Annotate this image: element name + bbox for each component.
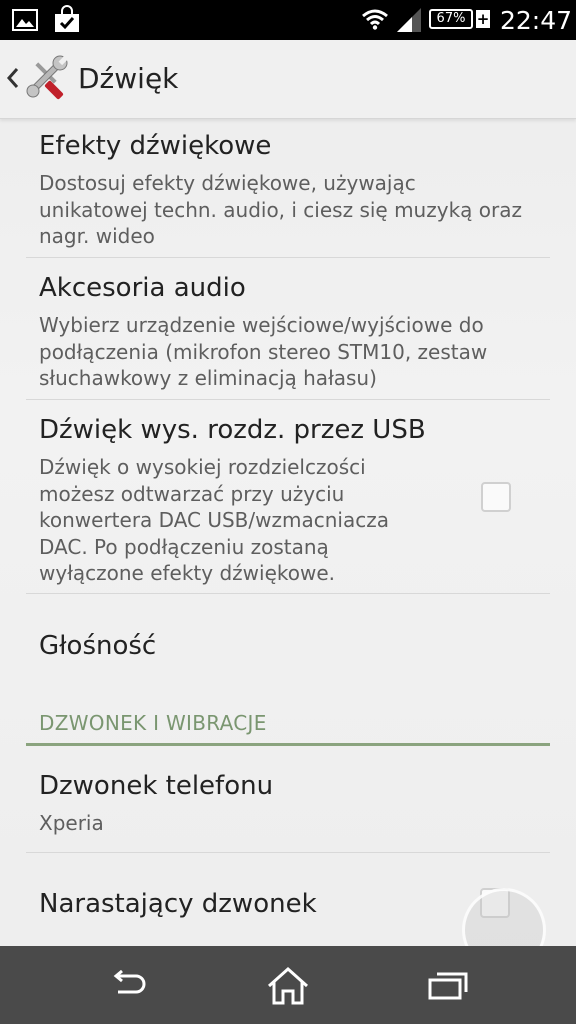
navigation-bar xyxy=(0,946,576,1024)
pref-title: Efekty dźwiękowe xyxy=(39,131,272,161)
pref-title: Dzwonek telefonu xyxy=(39,771,274,801)
pref-summary: Wybierz urządzenie wejściowe/wyjściowe d… xyxy=(39,312,487,392)
chevron-left-icon[interactable] xyxy=(6,66,20,90)
wifi-icon xyxy=(362,9,388,30)
summary-line: unikatowej techn. audio, i ciesz się muz… xyxy=(39,197,522,222)
summary-line: nagr. wideo xyxy=(39,224,155,248)
status-clock: 22:47 xyxy=(500,6,573,35)
summary-line: Dźwięk o wysokiej rozdzielczości xyxy=(39,455,366,479)
home-icon[interactable] xyxy=(266,966,310,1006)
gallery-icon xyxy=(12,9,38,31)
summary-line: Wybierz urządzenie wejściowe/wyjściowe d… xyxy=(39,313,484,337)
pref-summary: Xperia xyxy=(39,811,104,835)
pref-title: Narastający dzwonek xyxy=(39,889,317,919)
action-bar: Dźwięk xyxy=(0,40,576,119)
charging-icon: + xyxy=(476,10,490,28)
battery-indicator: 67% xyxy=(429,9,473,29)
pref-title: Akcesoria audio xyxy=(39,273,246,303)
battery-percent: 67% xyxy=(436,11,466,26)
summary-line: wyłączone efekty dźwiękowe. xyxy=(39,561,336,585)
divider xyxy=(26,257,550,258)
summary-line: DAC. Po podłączeniu zostaną xyxy=(39,534,329,559)
summary-line: słuchawkowy z eliminacją hałasu) xyxy=(39,366,377,390)
divider xyxy=(26,399,550,400)
category-header: DZWONEK I WIBRACJE xyxy=(39,711,267,735)
category-divider xyxy=(26,743,550,746)
back-icon[interactable] xyxy=(108,970,148,1002)
summary-line: możesz odtwarzać przy użyciu xyxy=(39,481,345,506)
recent-apps-icon[interactable] xyxy=(428,970,468,1002)
pref-summary: Dźwięk o wysokiej rozdzielczości możesz … xyxy=(39,454,389,587)
status-bar: 67% + 22:47 xyxy=(0,0,576,40)
tools-icon[interactable] xyxy=(24,54,70,100)
pref-summary: Dostosuj efekty dźwiękowe, używając unik… xyxy=(39,170,522,250)
signal-icon xyxy=(397,8,421,32)
summary-line: Dostosuj efekty dźwiękowe, używając xyxy=(39,171,416,195)
shopping-bag-check-icon xyxy=(55,5,79,32)
page-title: Dźwięk xyxy=(78,62,179,95)
divider xyxy=(26,852,550,853)
pref-title: Dźwięk wys. rozdz. przez USB xyxy=(39,415,426,445)
summary-line: konwertera DAC USB/wzmacniacza xyxy=(39,508,389,532)
hires-usb-checkbox[interactable] xyxy=(481,482,511,512)
divider xyxy=(26,593,550,594)
summary-line: podłączenia (mikrofon stereo STM10, zest… xyxy=(39,339,488,364)
pref-title: Głośność xyxy=(39,631,157,661)
